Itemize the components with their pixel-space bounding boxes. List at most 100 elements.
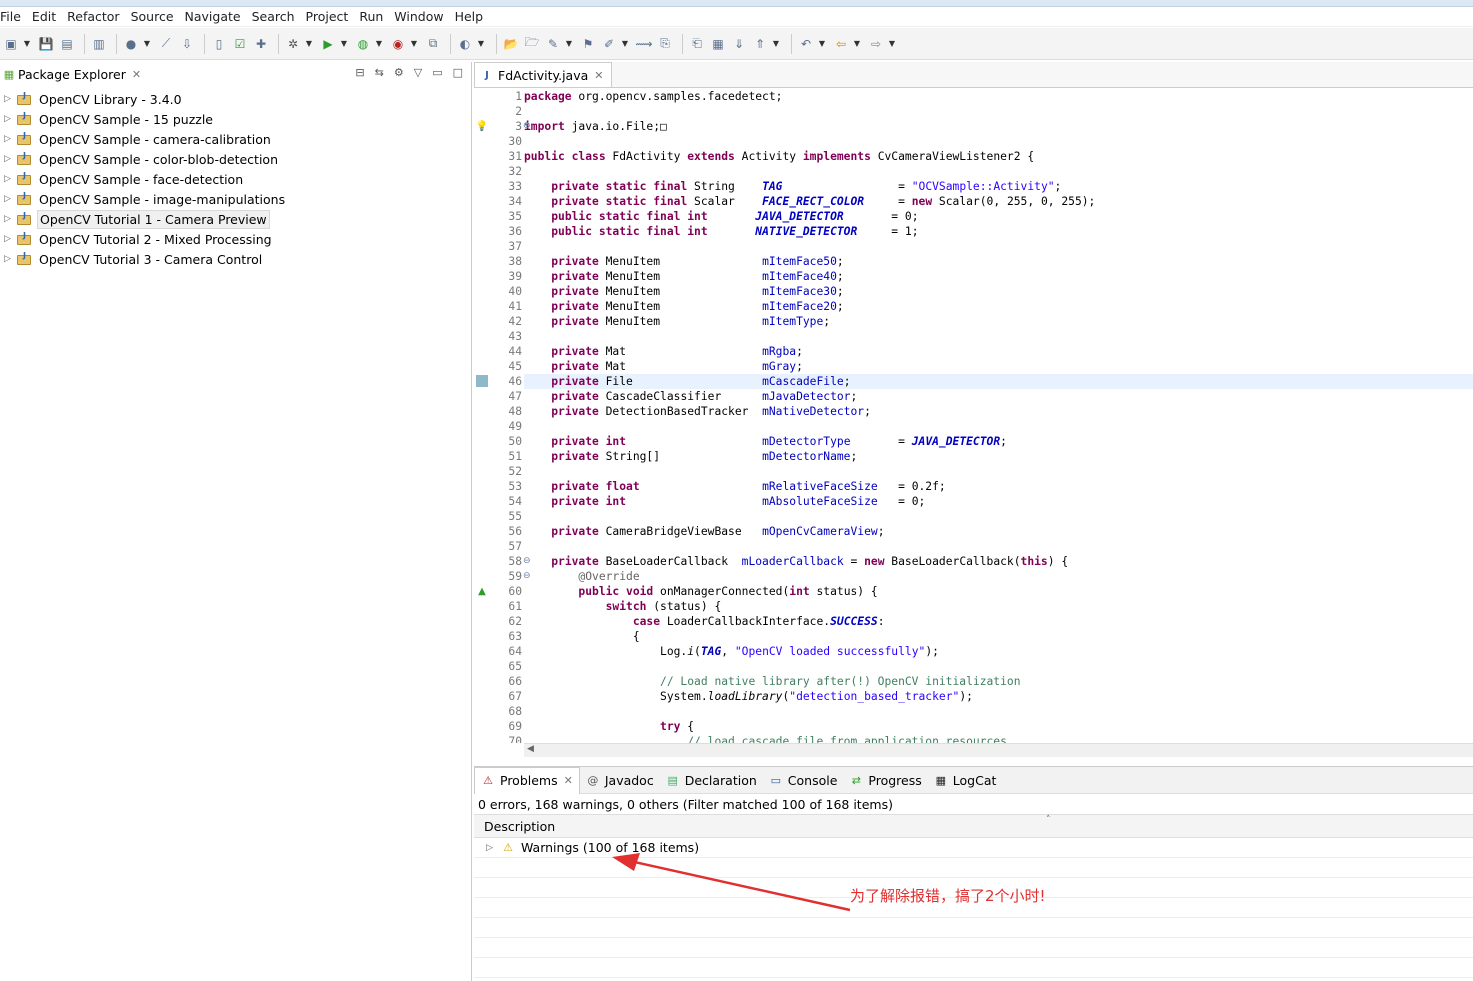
project-item[interactable]: ▷ J OpenCV Tutorial 1 - Camera Preview (0, 209, 471, 229)
code-line[interactable] (524, 659, 1473, 674)
new-android-icon[interactable]: ✚ (252, 35, 270, 53)
code-line[interactable]: private static final Scalar FACE_RECT_CO… (524, 194, 1473, 209)
code-line[interactable]: private MenuItem mItemFace40; (524, 269, 1473, 284)
code-line[interactable] (524, 329, 1473, 344)
package-explorer-tab[interactable]: ▦ Package Explorer ✕ (0, 67, 141, 82)
dropdown-arrow-icon[interactable]: ▼ (410, 35, 418, 53)
code-line[interactable]: Log.i(TAG, "OpenCV loaded successfully")… (524, 644, 1473, 659)
menu-edit[interactable]: Edit (32, 9, 64, 24)
menu-refactor[interactable]: Refactor (67, 9, 127, 24)
code-line[interactable] (524, 464, 1473, 479)
code-area[interactable]: 💡 ▲ 1 2 3 30 31 32 33 34 35 36 37 38 39 40 41 42 43 44 45 46… (474, 89, 1473, 743)
code-line[interactable]: private BaseLoaderCallback mLoaderCallba… (524, 554, 1473, 569)
dropdown-arrow-icon[interactable]: ▼ (853, 35, 861, 53)
search-icon[interactable]: ✎ (544, 35, 562, 53)
binary-icon[interactable]: ▥ (90, 35, 108, 53)
last-edit-icon[interactable]: ↶ (797, 35, 815, 53)
code-line[interactable]: private MenuItem mItemType; (524, 314, 1473, 329)
save-all-icon[interactable]: ▤ (58, 35, 76, 53)
code-line[interactable]: private CameraBridgeViewBase mOpenCvCame… (524, 524, 1473, 539)
code-line[interactable]: private MenuItem mItemFace50; (524, 254, 1473, 269)
tab-progress[interactable]: ⇄ Progress (843, 767, 927, 794)
open-folder-icon[interactable]: 📂 (502, 35, 520, 53)
code-line[interactable]: { (524, 629, 1473, 644)
expand-arrow-icon[interactable]: ▷ (4, 254, 15, 264)
code-line[interactable] (524, 104, 1473, 119)
tab-logcat[interactable]: ▦ LogCat (928, 767, 1003, 794)
horizontal-scrollbar[interactable]: ◀ (524, 743, 1473, 757)
code-line[interactable]: private int mAbsoluteFaceSize = 0; (524, 494, 1473, 509)
code-line[interactable] (524, 164, 1473, 179)
code-line[interactable] (524, 539, 1473, 554)
code-line[interactable]: public void onManagerConnected(int statu… (524, 584, 1473, 599)
project-item[interactable]: ▷ J OpenCV Sample - color-blob-detection (0, 149, 471, 169)
project-item[interactable]: ▷ J OpenCV Library - 3.4.0 (0, 89, 471, 109)
code-line[interactable]: switch (status) { (524, 599, 1473, 614)
menu-source[interactable]: Source (131, 9, 182, 24)
code-line[interactable]: // Load native library after(!) OpenCV i… (524, 674, 1473, 689)
link-editor-icon[interactable]: ⟿ (635, 35, 653, 53)
code-line[interactable]: private CascadeClassifier mJavaDetector; (524, 389, 1473, 404)
code-line[interactable]: private int mDetectorType = JAVA_DETECTO… (524, 434, 1473, 449)
new-java-project-icon[interactable]: ⧉ (424, 35, 442, 53)
code-text[interactable]: package org.opencv.samples.facedetect; im… (524, 89, 1473, 743)
fold-collapse-icon[interactable]: ⊖ (523, 554, 531, 569)
tab-declaration[interactable]: ▤ Declaration (660, 767, 763, 794)
code-line[interactable]: private String[] mDetectorName; (524, 449, 1473, 464)
dropdown-arrow-icon[interactable]: ▼ (23, 35, 31, 53)
expand-arrow-icon[interactable]: ▷ (4, 214, 15, 224)
collapse-all-icon[interactable]: ⊟ (355, 66, 364, 79)
override-icon[interactable]: ▲ (476, 585, 488, 597)
warning-bulb-icon[interactable]: 💡 (476, 120, 488, 132)
dropdown-arrow-icon[interactable]: ▼ (477, 35, 485, 53)
close-icon[interactable]: ✕ (594, 69, 603, 82)
menu-run[interactable]: Run (359, 9, 391, 24)
close-icon[interactable]: ✕ (132, 68, 141, 81)
occurrence-marker-icon[interactable] (476, 375, 488, 387)
code-line[interactable] (524, 419, 1473, 434)
code-line[interactable]: public static final int NATIVE_DETECTOR … (524, 224, 1473, 239)
save-icon[interactable]: 💾 (37, 35, 55, 53)
prev-annotation-icon[interactable]: ⇑ (751, 35, 769, 53)
dropdown-arrow-icon[interactable]: ▼ (772, 35, 780, 53)
column-header-description[interactable]: Description ˄ (474, 814, 1473, 838)
dropdown-arrow-icon[interactable]: ▼ (375, 35, 383, 53)
code-line[interactable]: case LoaderCallbackInterface.SUCCESS: (524, 614, 1473, 629)
dropdown-arrow-icon[interactable]: ▼ (143, 35, 151, 53)
fold-expand-icon[interactable]: ⊕ (523, 119, 531, 134)
view-menu-icon[interactable]: ▽ (414, 66, 422, 79)
scroll-left-icon[interactable]: ◀ (527, 744, 534, 754)
run-external-icon[interactable]: ◍ (354, 35, 372, 53)
close-icon[interactable]: ✕ (564, 774, 573, 787)
outline-icon[interactable]: ▦ (709, 35, 727, 53)
code-line[interactable]: private DetectionBasedTracker mNativeDet… (524, 404, 1473, 419)
code-line[interactable]: private float mRelativeFaceSize = 0.2f; (524, 479, 1473, 494)
code-line[interactable] (524, 509, 1473, 524)
code-line[interactable]: package org.opencv.samples.facedetect; (524, 89, 1473, 104)
project-item[interactable]: ▷ J OpenCV Sample - image-manipulations (0, 189, 471, 209)
expand-arrow-icon[interactable]: ▷ (486, 843, 497, 853)
open-type-icon[interactable]: 🗁 (523, 35, 541, 53)
code-line[interactable]: @Override (524, 569, 1473, 584)
expand-arrow-icon[interactable]: ▷ (4, 94, 15, 104)
menu-search[interactable]: Search (252, 9, 303, 24)
fold-collapse-icon[interactable]: ⊖ (523, 569, 531, 584)
avd-icon[interactable]: ▯ (210, 35, 228, 53)
expand-arrow-icon[interactable]: ▷ (4, 194, 15, 204)
coverage-icon[interactable]: ◉ (389, 35, 407, 53)
expand-arrow-icon[interactable]: ▷ (4, 134, 15, 144)
project-item[interactable]: ▷ J OpenCV Sample - 15 puzzle (0, 109, 471, 129)
code-line[interactable]: private File mCascadeFile; (524, 374, 1473, 389)
code-line[interactable]: private Mat mGray; (524, 359, 1473, 374)
debug-icon[interactable]: ✲ (284, 35, 302, 53)
tab-problems[interactable]: ⚠ Problems ✕ (474, 766, 580, 794)
dropdown-arrow-icon[interactable]: ▼ (305, 35, 313, 53)
expand-arrow-icon[interactable]: ▷ (4, 154, 15, 164)
dropdown-arrow-icon[interactable]: ▼ (565, 35, 573, 53)
forward-icon[interactable]: ⇨ (867, 35, 885, 53)
project-item[interactable]: ▷ J OpenCV Tutorial 2 - Mixed Processing (0, 229, 471, 249)
dropdown-arrow-icon[interactable]: ▼ (818, 35, 826, 53)
link-icon[interactable]: ⟋ (157, 35, 175, 53)
link-with-editor-icon[interactable]: ⇆ (375, 66, 384, 79)
menu-file[interactable]: File (0, 9, 29, 24)
